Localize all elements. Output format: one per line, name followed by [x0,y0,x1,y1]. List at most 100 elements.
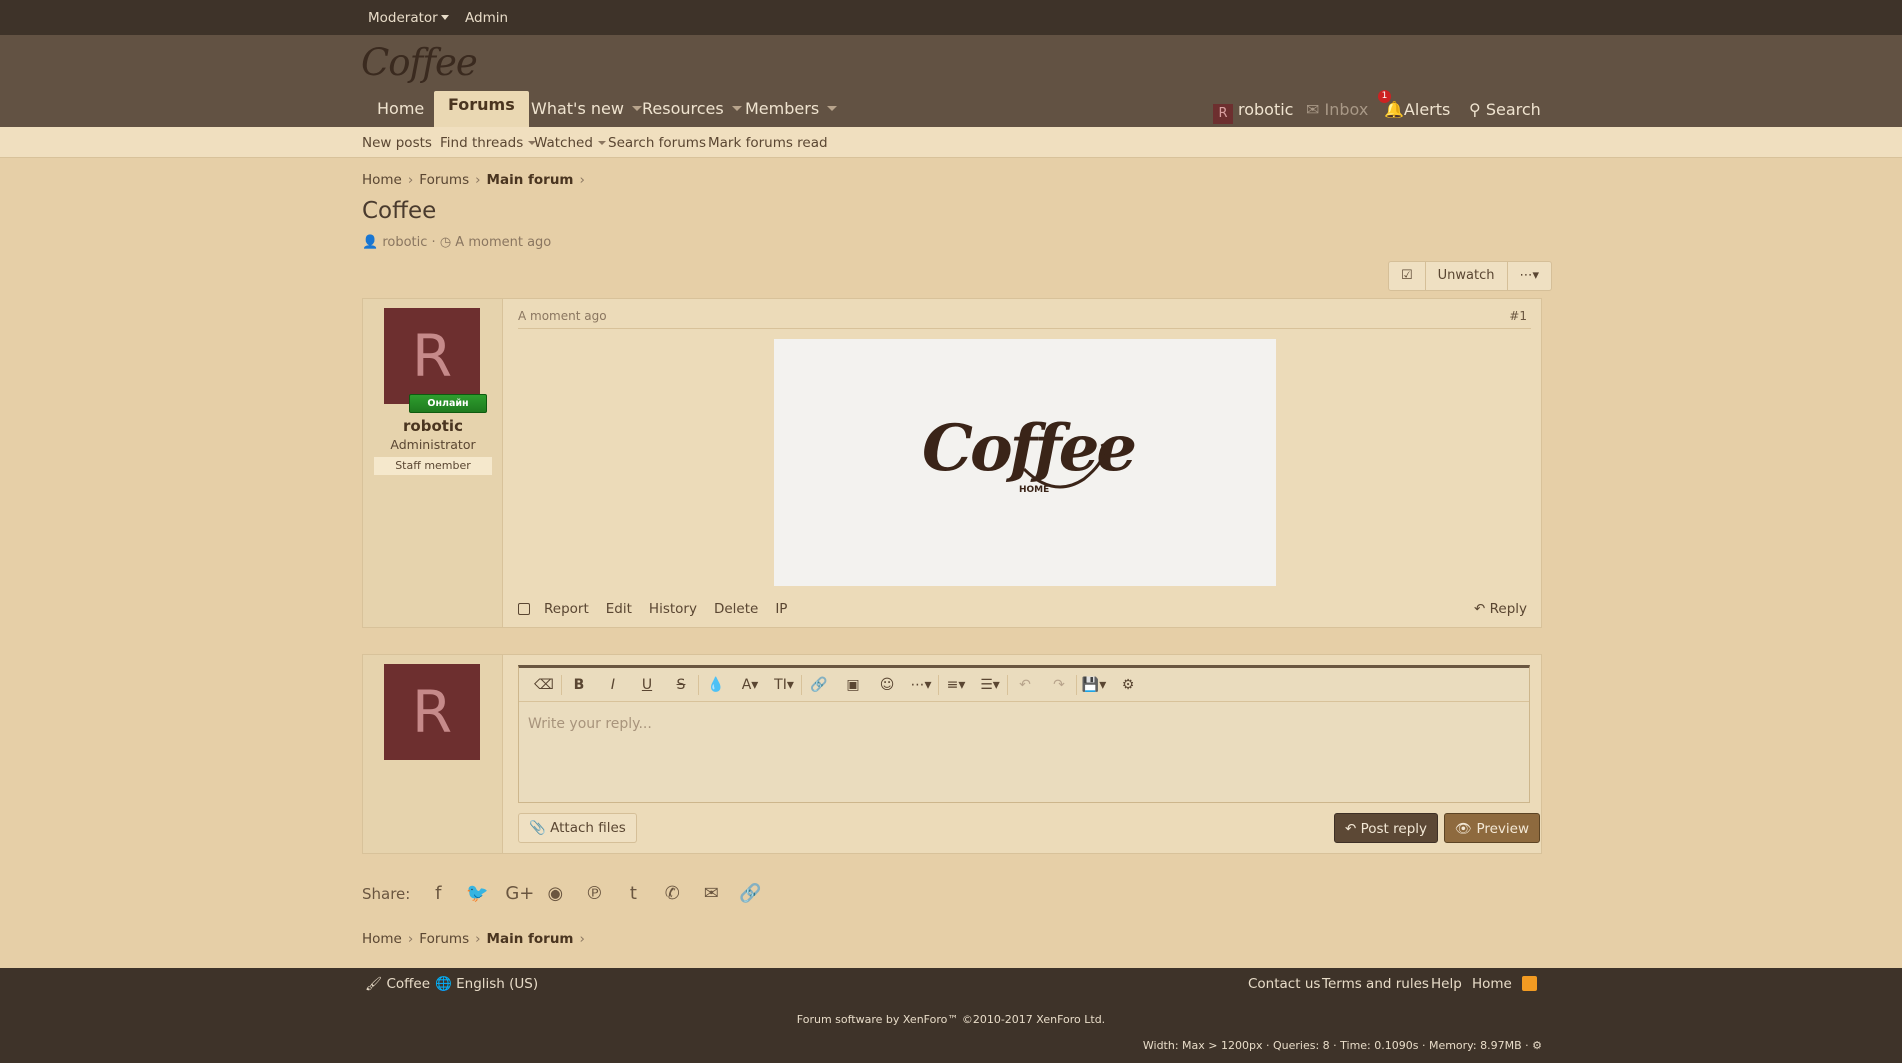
post-number[interactable]: #1 [1509,309,1527,323]
breadcrumb-main-forum[interactable]: Main forum [487,931,574,947]
watched-menu[interactable]: Watched [534,135,606,151]
staff-banner: Staff member [374,457,492,475]
mark-forums-read-link[interactable]: Mark forums read [708,135,828,151]
link-icon[interactable]: 🔗 [802,677,836,693]
new-posts-link[interactable]: New posts [362,135,432,151]
post-date[interactable]: A moment ago [518,309,607,323]
image-icon[interactable]: ▣ [836,677,870,693]
page-title: Coffee [362,198,437,224]
list-icon[interactable]: ☰▾ [973,677,1007,693]
chevron-down-icon[interactable] [731,106,742,111]
tumblr-icon[interactable]: t [622,883,644,904]
help-link[interactable]: Help [1431,976,1462,992]
post: R Онлайн robotic Administrator Staff mem… [362,298,1542,628]
thread-meta: 👤 robotic · ◷ A moment ago [362,235,552,250]
reddit-icon[interactable]: ◉ [544,883,566,904]
nav-tab-forums[interactable]: Forums [434,91,529,127]
text-color-icon[interactable]: 💧 [699,677,733,693]
font-family-icon[interactable]: A▾ [733,677,767,693]
chevron-right-icon: › [407,172,414,188]
bold-icon[interactable]: B [562,677,596,693]
italic-icon[interactable]: I [596,677,630,693]
facebook-icon[interactable]: f [427,883,449,904]
google-plus-icon[interactable]: G+ [505,883,534,904]
envelope-icon: ✉ [1306,100,1320,119]
delete-link[interactable]: Delete [714,601,758,617]
align-icon[interactable]: ≡▾ [939,677,973,693]
reply-label: Reply [1489,601,1527,617]
history-link[interactable]: History [649,601,697,617]
drafts-icon[interactable]: 💾▾ [1077,677,1111,693]
find-threads-menu[interactable]: Find threads [440,135,537,151]
search-link[interactable]: ⚲ Search [1469,100,1541,119]
nav-tab-resources[interactable]: Resources [642,100,742,127]
nav-tab-members[interactable]: Members [745,100,838,127]
more-icon[interactable]: ⋯▾ [904,677,938,693]
nav-tab-whats-new[interactable]: What's new [531,100,642,127]
preview-button[interactable]: 👁 Preview [1444,813,1540,843]
breadcrumb-forums[interactable]: Forums [419,931,469,947]
thread-author[interactable]: robotic [382,235,427,250]
moderator-menu[interactable]: Moderator [368,10,449,26]
alerts-link[interactable]: 1 🔔Alerts [1378,90,1450,119]
thread-button-group: ☑ Unwatch ⋯▾ [1388,261,1553,291]
chevron-down-icon[interactable] [631,106,642,111]
gear-icon[interactable]: ⚙ [1532,1039,1542,1052]
gear-icon[interactable]: ⚙ [1111,677,1145,693]
undo-icon[interactable]: ↶ [1008,677,1042,693]
email-icon[interactable]: ✉ [700,883,722,904]
font-size-icon[interactable]: TI▾ [767,677,801,693]
attach-files-button[interactable]: 📎 Attach files [518,813,637,843]
style-chooser[interactable]: 🖌 Coffee [365,976,430,992]
redo-icon[interactable]: ↷ [1042,677,1076,693]
post-image[interactable]: Coffee HOME [774,339,1276,586]
reply-input[interactable]: Write your reply... [519,702,1529,746]
select-toggle-button[interactable]: ☑ [1389,262,1426,290]
reply-icon: ↶ [1345,821,1357,837]
home-link[interactable]: Home [1472,976,1512,992]
breadcrumb-forums[interactable]: Forums [419,172,469,188]
reply-link[interactable]: ↶ Reply [1474,601,1527,617]
rss-link[interactable] [1522,976,1537,993]
copyright[interactable]: Forum software by XenForo™ ©2010-2017 Xe… [0,1013,1902,1026]
site-logo[interactable]: Coffee [361,41,478,84]
account-link[interactable]: Rrobotic [1213,100,1293,124]
report-link[interactable]: Report [544,601,589,617]
thread-time[interactable]: A moment ago [455,235,551,250]
avatar[interactable]: R [384,308,480,404]
chevron-right-icon: › [579,931,585,947]
twitter-icon[interactable]: 🐦 [466,883,488,904]
pinterest-icon[interactable]: ℗ [583,883,605,904]
post-reply-button[interactable]: ↶ Post reply [1334,813,1439,843]
breadcrumb-bottom: Home › Forums › Main forum › [362,931,591,947]
underline-icon[interactable]: U [630,677,664,693]
clear-formatting-icon[interactable]: ⌫ [527,677,561,693]
breadcrumb-home[interactable]: Home [362,172,402,188]
edit-link[interactable]: Edit [606,601,632,617]
link-icon[interactable]: 🔗 [739,883,761,904]
bell-icon: 🔔 [1384,100,1404,119]
admin-link[interactable]: Admin [465,10,508,26]
avatar[interactable]: R [384,664,480,760]
smilie-icon[interactable]: ☺ [870,677,904,693]
search-forums-link[interactable]: Search forums [608,135,706,151]
unwatch-button[interactable]: Unwatch [1426,262,1508,290]
chevron-down-icon[interactable] [827,106,838,111]
breadcrumb-main-forum[interactable]: Main forum [487,172,574,188]
site-footer: 🖌 Coffee 🌐 English (US) Contact us Terms… [0,968,1902,1063]
ip-link[interactable]: IP [775,601,787,617]
breadcrumb-home[interactable]: Home [362,931,402,947]
inbox-link[interactable]: ✉ Inbox [1306,100,1368,119]
chevron-down-icon [597,141,606,145]
whatsapp-icon[interactable]: ✆ [661,883,683,904]
contact-link[interactable]: Contact us [1248,976,1320,992]
terms-link[interactable]: Terms and rules [1322,976,1429,992]
nav-tab-home[interactable]: Home [377,100,424,127]
language-chooser[interactable]: 🌐 English (US) [435,976,538,992]
reply-icon: ↶ [1474,601,1486,617]
post-username[interactable]: robotic [363,417,503,435]
strikethrough-icon[interactable]: S [664,677,698,693]
online-badge: Онлайн [409,394,487,413]
select-post-checkbox[interactable] [518,603,530,615]
more-options-button[interactable]: ⋯▾ [1508,262,1552,290]
